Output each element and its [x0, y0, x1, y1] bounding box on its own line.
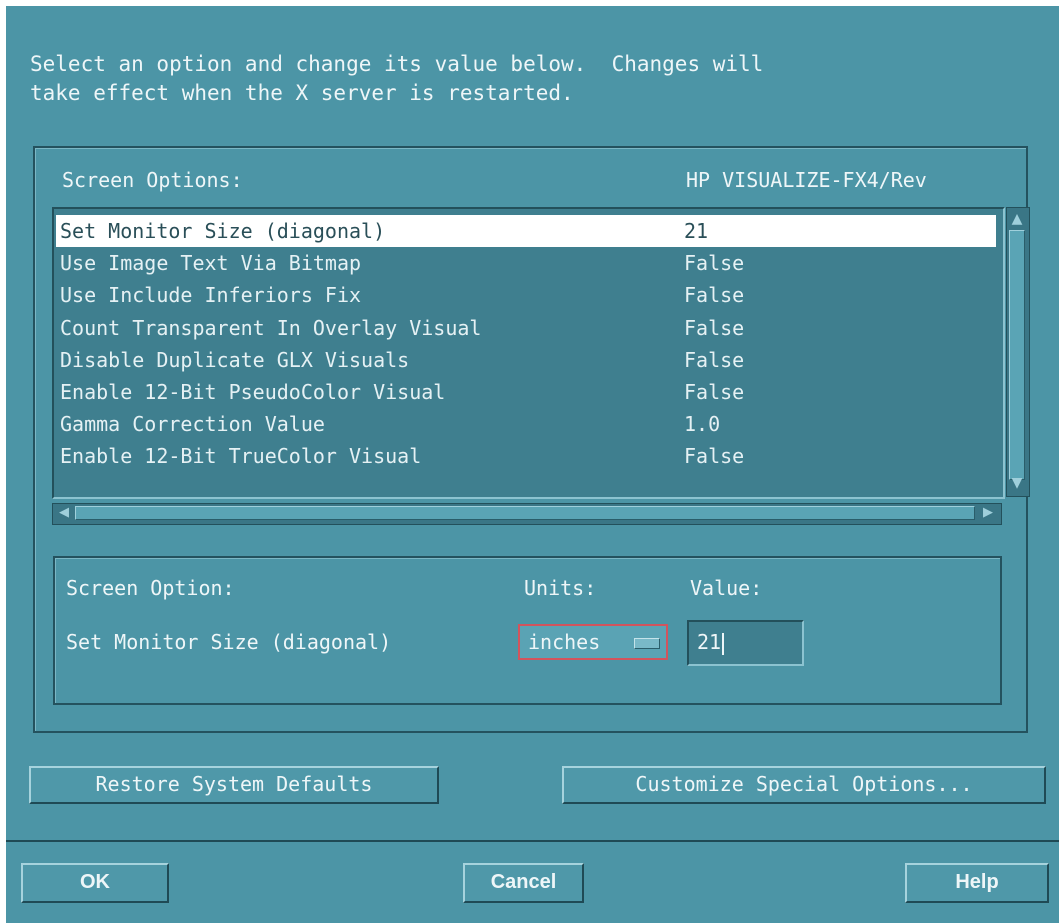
screen-option-header: Screen Option: [66, 576, 235, 600]
device-label: HP VISUALIZE-FX4/Rev [686, 168, 927, 192]
horizontal-scrollbar-thumb[interactable] [75, 506, 975, 520]
list-item[interactable]: Gamma Correction Value 1.0 [56, 408, 996, 440]
help-button[interactable]: Help [905, 863, 1049, 903]
list-item-value: False [684, 251, 745, 276]
list-item-option: Gamma Correction Value [60, 412, 325, 437]
option-menu-indicator-icon [634, 638, 660, 649]
list-item-option: Enable 12-Bit PseudoColor Visual [60, 379, 446, 404]
arrow-up-icon[interactable]: ▲ [1009, 210, 1025, 228]
list-item-value: 21 [684, 219, 709, 243]
text-cursor [722, 632, 725, 655]
current-option-name: Set Monitor Size (diagonal) [66, 630, 392, 654]
ok-button[interactable]: OK [21, 863, 169, 903]
screen-options-label: Screen Options: [62, 168, 243, 192]
units-option-menu[interactable]: inches [518, 624, 668, 660]
instructions-text: Select an option and change its value be… [30, 50, 763, 108]
instructions-line-1: Select an option and change its value be… [30, 52, 764, 76]
instructions-line-2: take effect when the X server is restart… [30, 81, 574, 105]
screen-options-list[interactable]: Set Monitor Size (diagonal) 21 Use Image T… [52, 207, 1005, 499]
arrow-down-icon[interactable]: ▼ [1009, 474, 1025, 492]
horizontal-scrollbar[interactable]: ◀ ▶ [52, 503, 1002, 525]
list-item[interactable]: Use Include Inferiors Fix False [56, 279, 996, 311]
list-item-value: False [684, 444, 745, 469]
value-header: Value: [690, 576, 763, 600]
list-item-option: Count Transparent In Overlay Visual [60, 315, 482, 340]
list-item-value: False [684, 379, 745, 404]
customize-special-options-button[interactable]: Customize Special Options... [562, 766, 1046, 804]
value-input[interactable]: 21 [687, 620, 804, 666]
cancel-button[interactable]: Cancel [463, 863, 584, 903]
list-item-value: False [684, 347, 745, 372]
x-server-configuration-dialog: Select an option and change its value be… [0, 0, 1059, 923]
list-item[interactable]: Enable 12-Bit PseudoColor Visual False [56, 376, 996, 408]
list-item-option: Set Monitor Size (diagonal) [60, 219, 386, 243]
units-selected-value: inches [528, 630, 601, 654]
list-item-option: Use Include Inferiors Fix [60, 283, 362, 308]
vertical-scrollbar-thumb[interactable] [1009, 230, 1025, 480]
list-item-value: False [684, 283, 745, 308]
list-item[interactable]: Use Image Text Via Bitmap False [56, 247, 996, 279]
list-item-option: Use Image Text Via Bitmap [60, 251, 362, 276]
list-item[interactable]: Set Monitor Size (diagonal) 21 [56, 215, 996, 248]
restore-system-defaults-button[interactable]: Restore System Defaults [29, 766, 439, 804]
units-header: Units: [524, 576, 597, 600]
arrow-right-icon[interactable]: ▶ [979, 505, 997, 521]
list-item-value: 1.0 [684, 412, 721, 437]
list-item-option: Enable 12-Bit TrueColor Visual [60, 444, 422, 469]
list-item-value: False [684, 315, 745, 340]
list-item[interactable]: Enable 12-Bit TrueColor Visual False [56, 440, 996, 472]
list-item[interactable]: Disable Duplicate GLX Visuals False [56, 344, 996, 376]
vertical-scrollbar[interactable]: ▲ ▼ [1006, 207, 1030, 497]
arrow-left-icon[interactable]: ◀ [55, 505, 73, 521]
value-input-text: 21 [697, 630, 722, 654]
screen-options-list-rows: Set Monitor Size (diagonal) 21 Use Image T… [56, 215, 996, 473]
list-item-option: Disable Duplicate GLX Visuals [60, 347, 410, 372]
list-item[interactable]: Count Transparent In Overlay Visual False [56, 312, 996, 344]
